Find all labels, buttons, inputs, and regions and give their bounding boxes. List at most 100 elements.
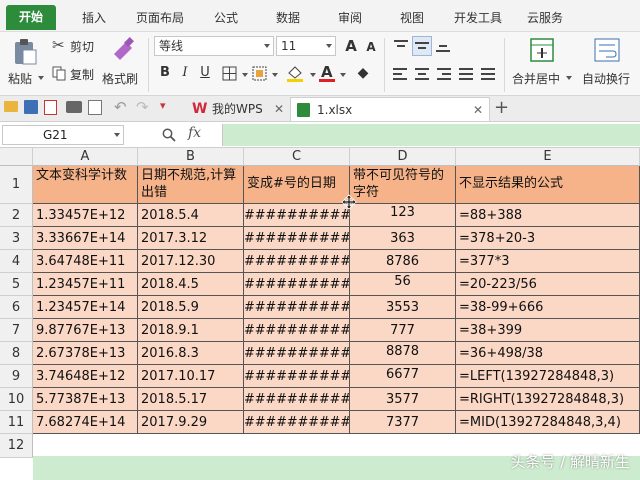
row-header-7[interactable]: 7 <box>0 319 33 342</box>
close-icon[interactable]: ✕ <box>473 98 483 122</box>
tab-insert[interactable]: 插入 <box>72 7 116 29</box>
select-all-corner[interactable] <box>0 148 33 166</box>
column-header-e[interactable]: E <box>456 148 640 166</box>
header-cell[interactable]: 不显示结果的公式 <box>456 166 640 204</box>
table-cell[interactable]: 8786 <box>350 250 456 273</box>
table-cell[interactable]: =377*3 <box>456 250 640 273</box>
tab-formulas[interactable]: 公式 <box>206 7 246 29</box>
table-cell[interactable]: 5.77387E+13 <box>33 388 138 411</box>
column-header-c[interactable]: C <box>244 148 350 166</box>
font-size-select[interactable]: 11 <box>276 36 336 56</box>
fill-color-button[interactable] <box>286 65 316 83</box>
table-cell[interactable]: 8878 <box>350 342 456 365</box>
border-button[interactable] <box>222 65 248 83</box>
tab-page-layout[interactable]: 页面布局 <box>130 7 190 29</box>
header-cell[interactable]: 文本变科学计数 <box>33 166 138 204</box>
align-left-button[interactable] <box>392 66 408 82</box>
formula-input[interactable] <box>222 124 640 146</box>
table-cell[interactable]: 2018.5.9 <box>138 296 244 319</box>
folder-icon[interactable] <box>4 101 18 112</box>
row-header-1[interactable]: 1 <box>0 166 33 204</box>
row-header-4[interactable]: 4 <box>0 250 33 273</box>
new-tab-icon[interactable]: + <box>494 96 509 120</box>
tab-developer[interactable]: 开发工具 <box>448 7 508 29</box>
align-top-button[interactable] <box>392 38 410 54</box>
table-cell[interactable]: 2.67378E+13 <box>33 342 138 365</box>
table-cell[interactable]: 3.64748E+11 <box>33 250 138 273</box>
table-cell[interactable]: =RIGHT(13927284848,3) <box>456 388 640 411</box>
table-cell[interactable]: 123 <box>350 204 456 227</box>
header-cell[interactable]: 变成#号的日期 <box>244 166 350 204</box>
table-cell[interactable]: =MID(13927284848,3,4) <box>456 411 640 434</box>
table-cell[interactable]: =378+20-3 <box>456 227 640 250</box>
undo-icon[interactable]: ↶ <box>114 98 127 116</box>
bold-button[interactable]: B <box>156 64 174 82</box>
font-name-select[interactable]: 等线 <box>154 36 274 56</box>
row-header-5[interactable]: 5 <box>0 273 33 296</box>
close-icon[interactable]: ✕ <box>274 97 284 121</box>
fill-pattern-button[interactable] <box>252 65 278 83</box>
table-cell[interactable]: =36+498/38 <box>456 342 640 365</box>
table-cell[interactable]: 363 <box>350 227 456 250</box>
align-bottom-button[interactable] <box>434 38 452 54</box>
table-cell[interactable]: =38+399 <box>456 319 640 342</box>
table-cell[interactable]: 6677 <box>350 365 456 388</box>
table-cell[interactable]: 2018.9.1 <box>138 319 244 342</box>
table-cell[interactable]: ############ <box>244 273 350 296</box>
row-header-3[interactable]: 3 <box>0 227 33 250</box>
tab-my-wps[interactable]: W 我的WPS ✕ <box>186 97 290 121</box>
table-cell[interactable]: 2017.9.29 <box>138 411 244 434</box>
tab-data[interactable]: 数据 <box>268 7 308 29</box>
customize-toolbar-icon[interactable]: ▾ <box>160 99 166 112</box>
align-right-button[interactable] <box>436 66 452 82</box>
align-center-button[interactable] <box>414 66 430 82</box>
table-cell[interactable]: 7.68274E+14 <box>33 411 138 434</box>
justify-button[interactable] <box>458 66 474 82</box>
table-cell[interactable]: ############ <box>244 204 350 227</box>
table-cell[interactable]: 1.33457E+12 <box>33 204 138 227</box>
table-cell[interactable]: ############ <box>244 411 350 434</box>
row-header-8[interactable]: 8 <box>0 342 33 365</box>
table-cell[interactable]: 2017.3.12 <box>138 227 244 250</box>
distributed-button[interactable] <box>480 66 496 82</box>
table-cell[interactable]: 3553 <box>350 296 456 319</box>
table-cell[interactable]: 2017.12.30 <box>138 250 244 273</box>
table-cell[interactable]: 777 <box>350 319 456 342</box>
table-cell[interactable]: 1.23457E+14 <box>33 296 138 319</box>
table-cell[interactable]: =38-99+666 <box>456 296 640 319</box>
name-box[interactable]: G21 <box>2 125 124 145</box>
export-pdf-icon[interactable] <box>44 100 57 115</box>
row-header-12[interactable]: 12 <box>0 434 33 458</box>
table-cell[interactable]: 2018.5.17 <box>138 388 244 411</box>
column-header-b[interactable]: B <box>138 148 244 166</box>
table-cell[interactable]: =20-223/56 <box>456 273 640 296</box>
table-cell[interactable]: =LEFT(13927284848,3) <box>456 365 640 388</box>
print-icon[interactable] <box>66 101 82 113</box>
clear-format-button[interactable]: ◆ <box>354 64 372 82</box>
merge-center-button[interactable]: 合并居中 <box>510 34 572 92</box>
table-cell[interactable]: 3.33667E+14 <box>33 227 138 250</box>
tab-cloud-service[interactable]: 云服务 <box>522 7 568 29</box>
table-cell[interactable]: ############ <box>244 342 350 365</box>
tab-file-1xlsx[interactable]: 1.xlsx ✕ <box>290 97 490 121</box>
grow-font-button[interactable]: A <box>342 37 360 55</box>
table-cell[interactable]: 7377 <box>350 411 456 434</box>
row-header-11[interactable]: 11 <box>0 411 33 434</box>
table-cell[interactable]: ############ <box>244 388 350 411</box>
align-middle-button[interactable] <box>412 36 432 56</box>
table-cell[interactable]: ############ <box>244 250 350 273</box>
table-cell[interactable]: 9.87767E+13 <box>33 319 138 342</box>
tab-home[interactable]: 开始 <box>6 5 56 30</box>
table-cell[interactable]: 2017.10.17 <box>138 365 244 388</box>
header-cell[interactable]: 带不可见符号的字符 <box>350 166 456 204</box>
column-header-a[interactable]: A <box>33 148 138 166</box>
table-cell[interactable]: ############ <box>244 319 350 342</box>
row-header-10[interactable]: 10 <box>0 388 33 411</box>
paste-button[interactable]: 粘贴 <box>4 34 46 92</box>
table-cell[interactable]: 3.74648E+12 <box>33 365 138 388</box>
table-cell[interactable]: 2016.8.3 <box>138 342 244 365</box>
table-cell[interactable]: ############ <box>244 296 350 319</box>
redo-icon[interactable]: ↷ <box>136 98 149 116</box>
table-cell[interactable]: 56 <box>350 273 456 296</box>
row-header-9[interactable]: 9 <box>0 365 33 388</box>
